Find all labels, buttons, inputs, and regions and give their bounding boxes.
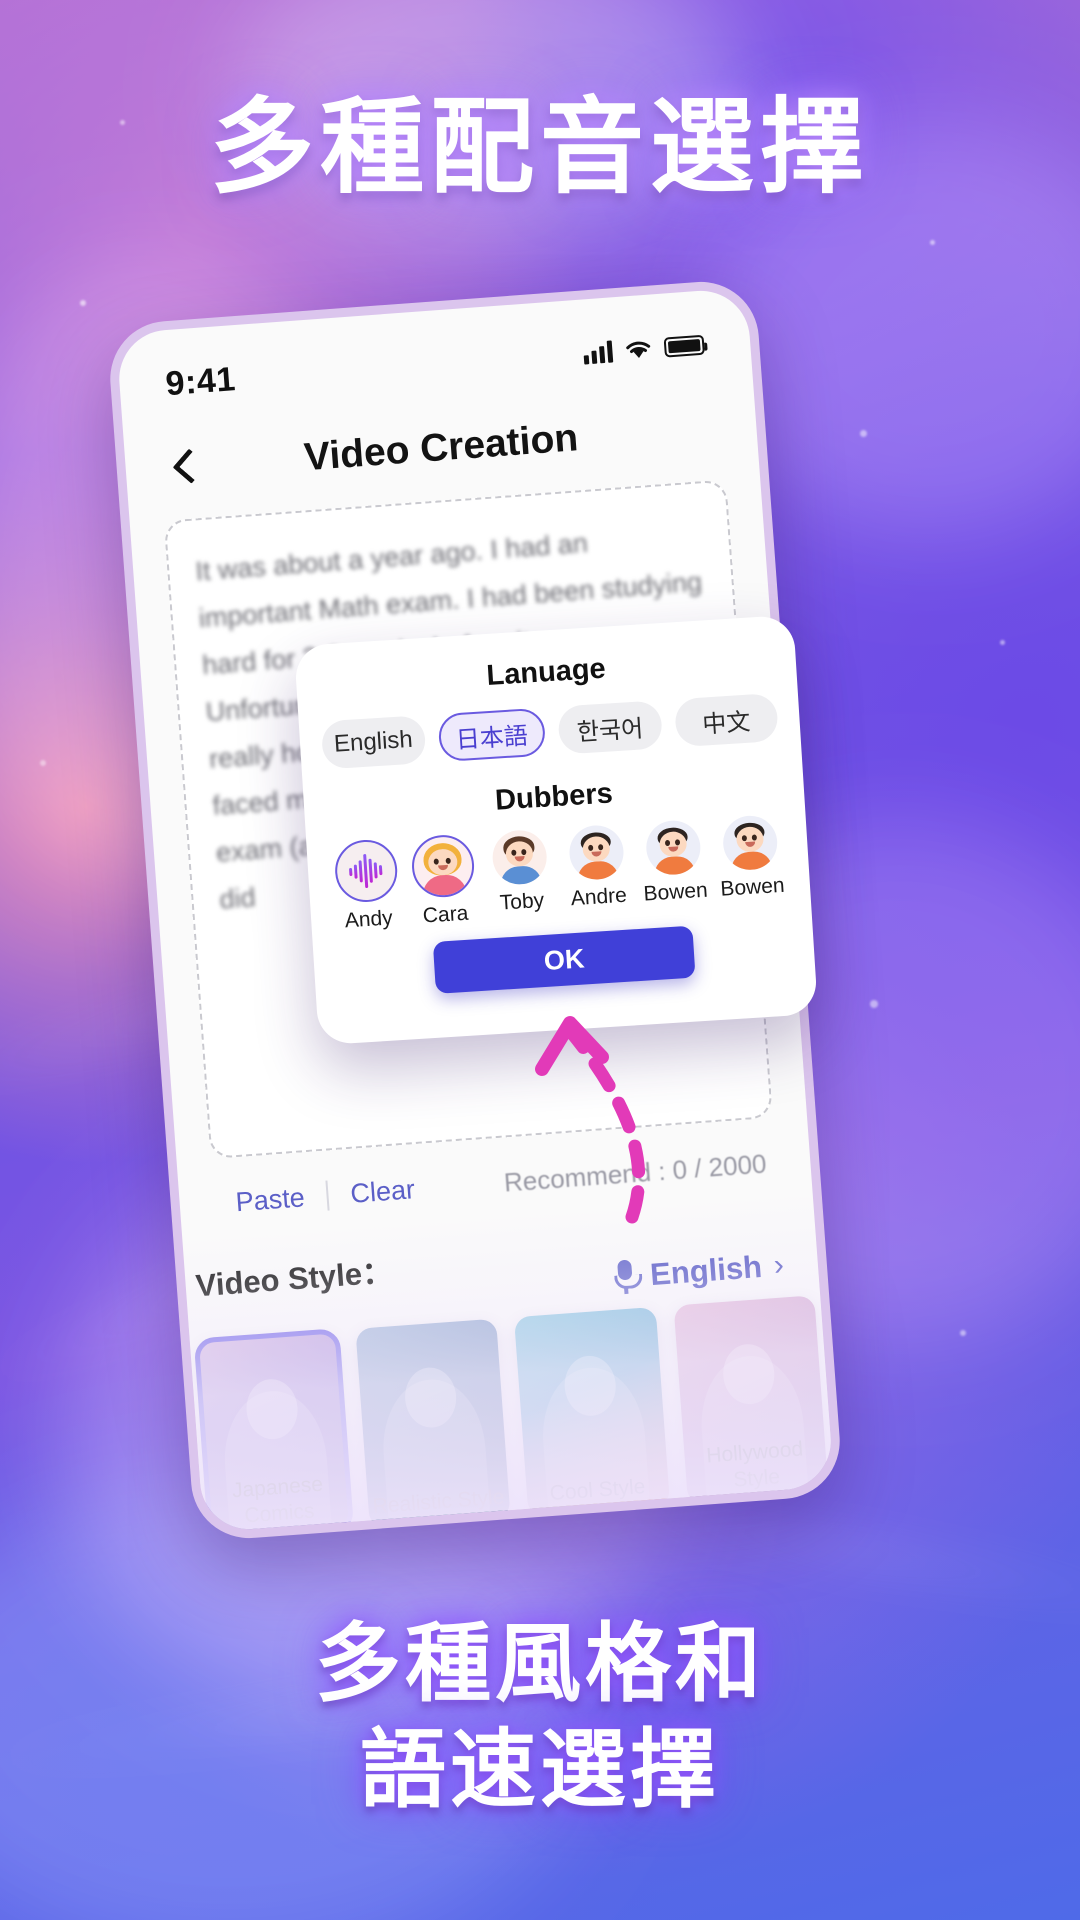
- dubber-item-toby[interactable]: Toby: [482, 828, 558, 916]
- sparkle: [40, 760, 46, 766]
- dubber-name: Bowen: [642, 878, 709, 906]
- language-selector[interactable]: English ›: [611, 1247, 785, 1295]
- style-card[interactable]: Cool Style: [513, 1306, 670, 1517]
- clear-button[interactable]: Clear: [327, 1172, 438, 1211]
- dubber-item-bowen-1[interactable]: Bowen: [636, 819, 712, 907]
- paste-button[interactable]: Paste: [213, 1180, 328, 1219]
- language-chip-english[interactable]: English: [320, 715, 427, 770]
- style-card-label: Japanese Comics: [231, 1472, 324, 1528]
- signal-bars-icon: [583, 340, 614, 365]
- status-time: 9:41: [164, 359, 237, 403]
- dubber-item-andy[interactable]: Andy: [328, 838, 405, 934]
- sparkle: [80, 300, 86, 306]
- pointer-arrow-icon: [535, 1016, 646, 1224]
- chevron-right-icon: ›: [772, 1248, 786, 1283]
- boy-avatar-icon: [567, 823, 625, 882]
- battery-full-icon: [663, 334, 705, 358]
- selected-language-label: English: [648, 1248, 764, 1293]
- dubber-name: Andy: [344, 906, 394, 933]
- dialog-language-title: Lanuage: [485, 652, 607, 693]
- language-dubber-dialog: Lanuage English 日本語 한국어 中文 Dubbers Andy: [293, 614, 819, 1046]
- page-heading: Video Creation: [302, 416, 580, 480]
- dubber-name: Bowen: [719, 873, 786, 901]
- language-chip-korean[interactable]: 한국어: [557, 700, 663, 755]
- dubber-item-bowen-2[interactable]: Bowen: [713, 814, 789, 902]
- page-title: 多種配音選擇: [209, 90, 870, 206]
- sparkle: [870, 1000, 878, 1008]
- status-icons: [583, 334, 705, 365]
- chevron-left-icon[interactable]: [165, 449, 201, 485]
- dubber-item-cara[interactable]: Cara: [405, 833, 482, 929]
- language-chip-list: English 日本語 한국어 中文: [320, 692, 779, 770]
- bottom-caption: 多種風格和 語速選擇: [0, 1611, 1080, 1824]
- dubber-name: Cara: [422, 901, 470, 928]
- style-card[interactable]: Hollywood Style: [673, 1295, 829, 1506]
- style-card[interactable]: Realistic Style: [354, 1318, 511, 1529]
- language-chip-chinese[interactable]: 中文: [673, 692, 779, 748]
- sparkle: [930, 240, 935, 245]
- sparkle: [860, 430, 867, 437]
- style-card[interactable]: Japanese Comics: [193, 1328, 354, 1543]
- ok-button[interactable]: OK: [432, 925, 696, 994]
- language-chip-japanese[interactable]: 日本語: [436, 707, 547, 763]
- boy-avatar-icon: [490, 828, 548, 887]
- caption-line-1: 多種風格和: [315, 1615, 765, 1712]
- boy-avatar-icon: [644, 819, 702, 877]
- style-card-label: Hollywood Style: [705, 1437, 804, 1492]
- waveform-avatar-icon: [332, 838, 399, 904]
- video-style-label: Video Style：: [194, 1254, 395, 1304]
- dubber-name: Andre: [570, 883, 628, 911]
- boy-avatar-icon: [721, 814, 779, 872]
- dubber-list: Andy Cara Toby Andre Bowen Bowen: [328, 814, 789, 934]
- sparkle: [960, 1330, 966, 1336]
- caption-line-2: 語速選擇: [360, 1722, 720, 1819]
- wifi-icon: [626, 341, 651, 359]
- dubber-name: Toby: [499, 888, 545, 915]
- dialog-footer: OK: [335, 919, 793, 1000]
- girl-avatar-icon: [409, 833, 476, 900]
- dubber-item-andre[interactable]: Andre: [559, 823, 635, 911]
- microphone-icon: [611, 1259, 639, 1295]
- sparkle: [1000, 640, 1005, 645]
